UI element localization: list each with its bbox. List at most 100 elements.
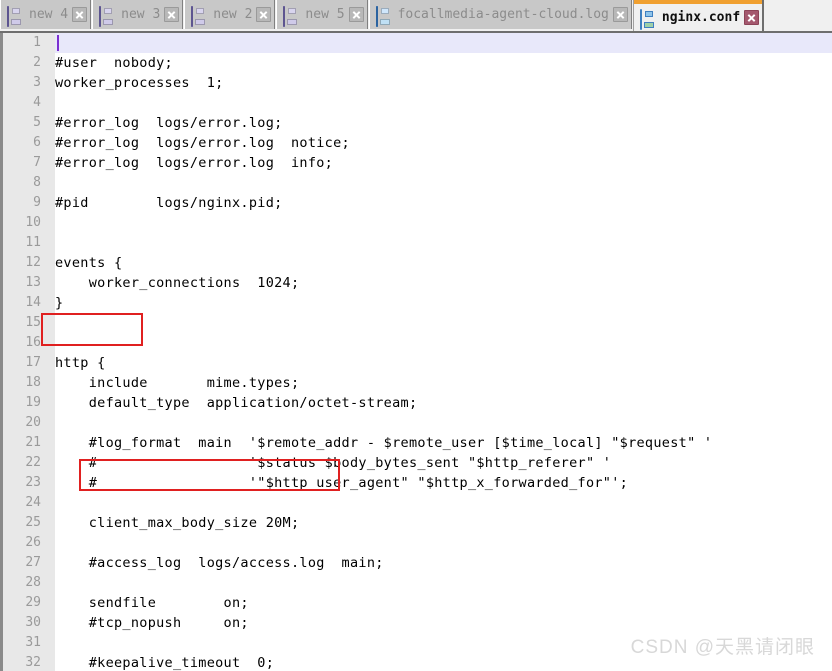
code-line[interactable]: 23 # '"$http_user_agent" "$http_x_forwar… <box>0 473 832 493</box>
code-line[interactable]: 29 sendfile on; <box>0 593 832 613</box>
floppy-disk-icon <box>7 6 23 27</box>
close-icon[interactable] <box>256 7 272 22</box>
code-line[interactable]: 11 <box>0 233 832 253</box>
code-line[interactable]: 10 <box>0 213 832 233</box>
code-text[interactable] <box>48 313 832 333</box>
code-line[interactable]: 18 include mime.types; <box>0 373 832 393</box>
line-number: 27 <box>25 555 41 570</box>
code-text[interactable]: #error_log logs/error.log info; <box>48 153 832 173</box>
code-text[interactable]: client_max_body_size 20M; <box>48 513 832 533</box>
code-text[interactable]: } <box>48 293 832 313</box>
code-text[interactable]: #pid logs/nginx.pid; <box>48 193 832 213</box>
code-text[interactable] <box>48 333 832 353</box>
code-text[interactable]: #error_log logs/error.log; <box>48 113 832 133</box>
floppy-disk-icon <box>283 6 299 27</box>
code-text[interactable]: #user nobody; <box>48 53 832 73</box>
code-line[interactable]: 15 <box>0 313 832 333</box>
code-line[interactable]: 9 #pid logs/nginx.pid; <box>0 193 832 213</box>
code-line[interactable]: 7 #error_log logs/error.log info; <box>0 153 832 173</box>
line-number: 5 <box>33 115 41 130</box>
line-number: 21 <box>25 435 41 450</box>
line-number: 13 <box>25 275 41 290</box>
code-text[interactable]: # '"$http_user_agent" "$http_x_forwarded… <box>48 473 832 493</box>
line-number: 18 <box>25 375 41 390</box>
tab-focallmedia-agent-cloud-log[interactable]: focallmedia-agent-cloud.log <box>368 0 632 29</box>
code-line[interactable]: 19 default_type application/octet-stream… <box>0 393 832 413</box>
code-text[interactable]: events { <box>48 253 832 273</box>
tab-label: new 5 <box>305 7 345 22</box>
code-text[interactable] <box>48 93 832 113</box>
line-number: 8 <box>33 175 41 190</box>
code-line[interactable]: 1 <box>0 33 832 53</box>
code-text[interactable] <box>48 493 832 513</box>
code-line[interactable]: 2 #user nobody; <box>0 53 832 73</box>
code-line[interactable]: 5 #error_log logs/error.log; <box>0 113 832 133</box>
notepad-plus-plus-window: new 4 new 3 new 2 new 5 focallmedia-agent-cl… <box>0 0 832 671</box>
close-icon[interactable] <box>612 7 628 22</box>
line-number: 6 <box>33 135 41 150</box>
code-text[interactable]: #log_format main '$remote_addr - $remote… <box>48 433 832 453</box>
code-line[interactable]: 4 <box>0 93 832 113</box>
code-line[interactable]: 3 worker_processes 1; <box>0 73 832 93</box>
code-line[interactable]: 20 <box>0 413 832 433</box>
tab-nginx-conf[interactable]: nginx.conf <box>632 0 765 31</box>
code-text[interactable]: # '$status $body_bytes_sent "$http_refer… <box>48 453 832 473</box>
line-number: 10 <box>25 215 41 230</box>
line-number: 3 <box>33 75 41 90</box>
line-number: 9 <box>33 195 41 210</box>
code-line[interactable]: 13 worker_connections 1024; <box>0 273 832 293</box>
code-line[interactable]: 27 #access_log logs/access.log main; <box>0 553 832 573</box>
line-number: 26 <box>25 535 41 550</box>
code-line[interactable]: 6 #error_log logs/error.log notice; <box>0 133 832 153</box>
close-icon[interactable] <box>72 7 88 22</box>
line-number: 12 <box>25 255 41 270</box>
code-line[interactable]: 16 <box>0 333 832 353</box>
code-text[interactable] <box>48 573 832 593</box>
code-line[interactable]: 25 client_max_body_size 20M; <box>0 513 832 533</box>
code-line[interactable]: 24 <box>0 493 832 513</box>
code-line[interactable]: 8 <box>0 173 832 193</box>
tab-strip: new 4 new 3 new 2 new 5 focallmedia-agent-cl… <box>0 0 765 31</box>
tab-new-2[interactable]: new 2 <box>184 0 276 29</box>
code-line[interactable]: 21 #log_format main '$remote_addr - $rem… <box>0 433 832 453</box>
editor-pane[interactable]: 1 2 #user nobody; 3 worker_processes 1; 4 5 #er… <box>0 31 832 671</box>
line-number: 31 <box>25 635 41 650</box>
code-line[interactable]: 28 <box>0 573 832 593</box>
close-icon[interactable] <box>164 7 180 22</box>
code-text[interactable]: #error_log logs/error.log notice; <box>48 133 832 153</box>
code-text[interactable] <box>48 233 832 253</box>
code-text[interactable] <box>48 413 832 433</box>
code-lines[interactable]: 1 2 #user nobody; 3 worker_processes 1; 4 5 #er… <box>0 33 832 671</box>
code-text[interactable]: default_type application/octet-stream; <box>48 393 832 413</box>
code-line[interactable]: 22 # '$status $body_bytes_sent "$http_re… <box>0 453 832 473</box>
code-text[interactable]: #access_log logs/access.log main; <box>48 553 832 573</box>
code-line[interactable]: 12 events { <box>0 253 832 273</box>
code-line[interactable]: 30 #tcp_nopush on; <box>0 613 832 633</box>
code-text[interactable]: worker_processes 1; <box>48 73 832 93</box>
code-text[interactable]: http { <box>48 353 832 373</box>
code-text[interactable]: #tcp_nopush on; <box>48 613 832 633</box>
code-text[interactable]: include mime.types; <box>48 373 832 393</box>
close-icon[interactable] <box>744 9 760 25</box>
tab-new-3[interactable]: new 3 <box>92 0 184 29</box>
code-text[interactable]: sendfile on; <box>48 593 832 613</box>
code-text[interactable] <box>48 213 832 233</box>
code-text[interactable]: worker_connections 1024; <box>48 273 832 293</box>
close-icon[interactable] <box>348 7 364 22</box>
tab-new-4[interactable]: new 4 <box>0 0 92 29</box>
line-number: 11 <box>25 235 41 250</box>
tab-label: new 3 <box>121 7 161 22</box>
tab-label: focallmedia-agent-cloud.log <box>397 7 609 22</box>
code-text[interactable] <box>48 33 832 53</box>
tab-new-5[interactable]: new 5 <box>276 0 368 29</box>
code-text[interactable] <box>48 533 832 553</box>
code-text[interactable] <box>48 173 832 193</box>
tab-label: new 4 <box>29 7 69 22</box>
line-number: 1 <box>33 35 41 50</box>
code-line[interactable]: 26 <box>0 533 832 553</box>
code-line[interactable]: 14} <box>0 293 832 313</box>
line-number: 22 <box>25 455 41 470</box>
code-line[interactable]: 17 http { <box>0 353 832 373</box>
line-number: 19 <box>25 395 41 410</box>
line-number: 4 <box>33 95 41 110</box>
